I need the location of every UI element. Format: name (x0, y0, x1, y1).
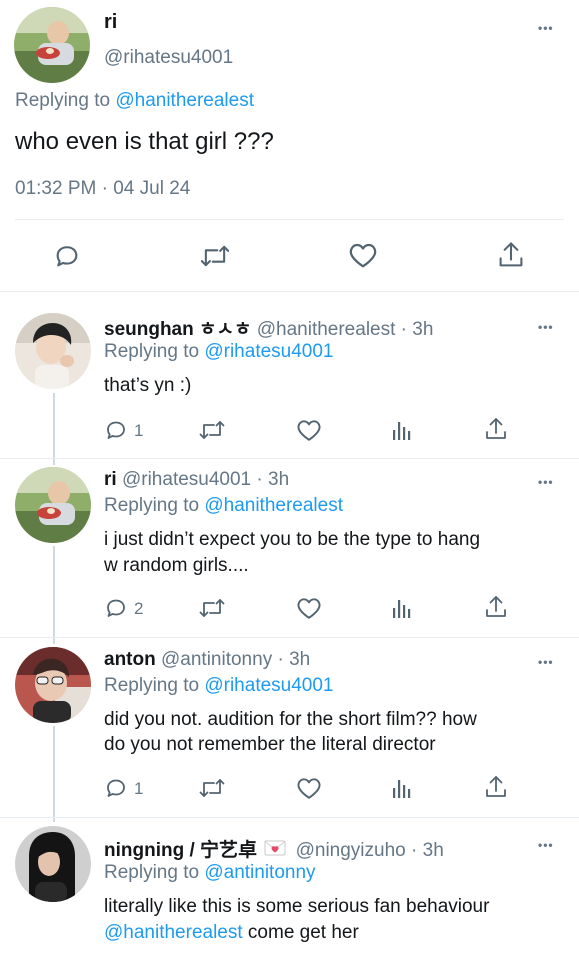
main-display-name[interactable]: ri (104, 11, 117, 34)
replying-prefix: Replying to (104, 862, 200, 883)
reply-display-name[interactable]: ningning / 宁艺卓 (104, 840, 257, 861)
reply-replying-to: Replying to @rihatesu4001 (104, 341, 334, 363)
reply-time[interactable]: · 3h (411, 840, 444, 861)
reply-header: seunghan ㅎㅅㅎ @hanitherealest · 3h (104, 314, 433, 341)
reply-display-name[interactable]: ri (104, 469, 117, 490)
divider (0, 291, 579, 292)
analytics-icon[interactable] (391, 776, 413, 800)
reply-replying-to: Replying to @rihatesu4001 (104, 675, 334, 697)
reply-header: ningning / 宁艺卓 @ningyizuho · 3h (104, 835, 444, 862)
replying-mention[interactable]: @rihatesu4001 (204, 675, 333, 696)
reply-icon[interactable] (53, 242, 81, 270)
share-icon[interactable] (484, 594, 508, 620)
reply-replying-to: Replying to @hanitherealest (104, 495, 343, 517)
like-icon[interactable] (296, 596, 322, 620)
reply-header: anton @antinitonny · 3h (104, 649, 310, 671)
reply-replying-to: Replying to @antinitonny (104, 862, 316, 884)
reply-avatar[interactable] (15, 647, 91, 723)
divider (0, 817, 579, 818)
reply-icon[interactable] (104, 418, 128, 442)
reply-avatar[interactable] (15, 313, 91, 389)
share-icon[interactable] (484, 774, 508, 800)
replying-mention[interactable]: @antinitonny (204, 862, 315, 883)
reply-text-line: did you not. audition for the short film… (104, 709, 477, 730)
share-icon[interactable] (484, 416, 508, 442)
replying-prefix: Replying to (104, 675, 200, 696)
reply-handle[interactable]: @antinitonny (161, 649, 272, 670)
reply-time[interactable]: · 3h (277, 649, 310, 670)
retweet-icon[interactable] (198, 776, 226, 800)
divider (0, 637, 579, 638)
replying-mention[interactable]: @hanitherealest (115, 90, 254, 111)
reply-count: 1 (134, 421, 144, 440)
main-replying-to: Replying to @hanitherealest (15, 90, 254, 112)
like-icon[interactable] (296, 776, 322, 800)
reply-more-icon[interactable]: ••• (538, 656, 554, 668)
reply-handle[interactable]: @ningyizuho (296, 840, 406, 861)
main-more-icon[interactable]: ••• (538, 22, 554, 34)
replying-mention[interactable]: @rihatesu4001 (204, 341, 333, 362)
reply-icon[interactable] (104, 776, 128, 800)
analytics-icon[interactable] (391, 596, 413, 620)
replying-prefix: Replying to (15, 90, 111, 111)
main-handle[interactable]: @rihatesu4001 (104, 47, 233, 69)
share-icon[interactable] (497, 240, 525, 270)
envelope-heart-icon (264, 840, 286, 862)
retweet-icon[interactable] (199, 242, 231, 270)
reply-display-name[interactable]: anton (104, 649, 156, 670)
thread-line (53, 546, 55, 644)
reply-handle[interactable]: @rihatesu4001 (122, 469, 251, 490)
divider (15, 219, 564, 220)
reply-count: 1 (134, 779, 144, 798)
replying-prefix: Replying to (104, 341, 200, 362)
replying-mention[interactable]: @hanitherealest (204, 495, 343, 516)
reply-display-name[interactable]: seunghan ㅎㅅㅎ (104, 319, 251, 340)
reply-count: 2 (134, 599, 144, 618)
like-icon[interactable] (296, 418, 322, 442)
main-tweet-text: who even is that girl ??? (15, 128, 274, 155)
reply-time[interactable]: · 3h (256, 469, 289, 490)
reply-handle[interactable]: @hanitherealest (257, 319, 396, 340)
reply-text-line: @hanitherealest come get her (104, 920, 359, 946)
reply-text: that’s yn :) (104, 375, 192, 396)
reply-text-line: w random girls.... (104, 555, 249, 576)
reply-text-line: do you not remember the literal director (104, 734, 436, 755)
reply-icon[interactable] (104, 596, 128, 620)
reply-avatar[interactable] (15, 826, 91, 902)
thread-line (53, 726, 55, 822)
main-timestamp[interactable]: 01:32 PM · 04 Jul 24 (15, 178, 190, 200)
reply-more-icon[interactable]: ••• (538, 839, 554, 851)
reply-more-icon[interactable]: ••• (538, 476, 554, 488)
reply-time[interactable]: · 3h (401, 319, 434, 340)
text-rest: come get her (242, 922, 359, 943)
retweet-icon[interactable] (198, 596, 226, 620)
reply-text-line: literally like this is some serious fan … (104, 896, 490, 917)
divider (0, 458, 579, 459)
main-avatar[interactable] (14, 7, 90, 83)
retweet-icon[interactable] (198, 418, 226, 442)
reply-more-icon[interactable]: ••• (538, 321, 554, 333)
reply-header: ri @rihatesu4001 · 3h (104, 469, 289, 491)
analytics-icon[interactable] (391, 418, 413, 442)
replying-prefix: Replying to (104, 495, 200, 516)
reply-avatar[interactable] (15, 467, 91, 543)
thread-line (53, 393, 55, 465)
reply-text-line: i just didn’t expect you to be the type … (104, 529, 481, 550)
text-mention[interactable]: @hanitherealest (104, 922, 243, 943)
like-icon[interactable] (348, 241, 378, 269)
